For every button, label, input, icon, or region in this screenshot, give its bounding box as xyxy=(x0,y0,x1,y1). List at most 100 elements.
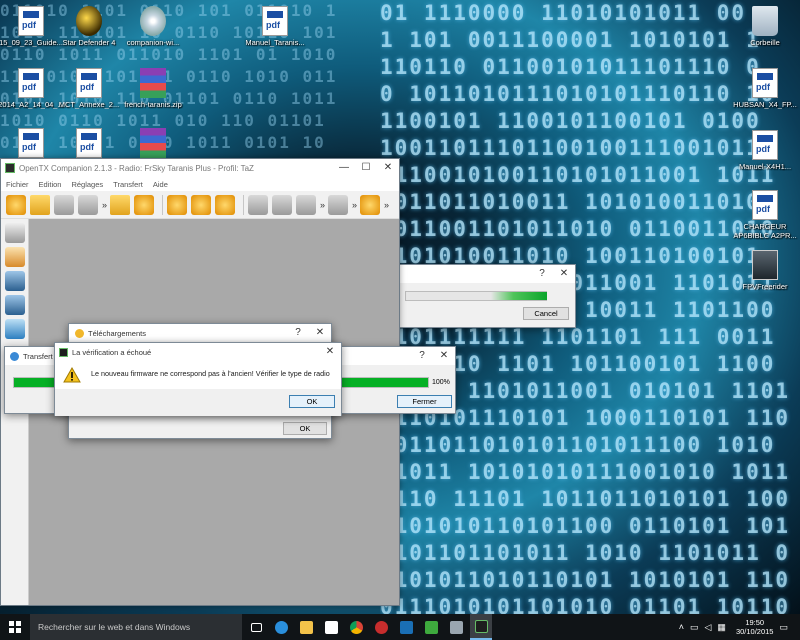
ok-button[interactable]: OK xyxy=(289,395,335,408)
desktop-icon-mct-annexe[interactable]: pdf MCT_Annexe_2... xyxy=(52,68,126,109)
compare-icon[interactable] xyxy=(296,194,317,215)
pdf-file-icon: pdf xyxy=(752,190,778,220)
desktop-icon-hubsan-pdf[interactable]: pdf HUBSAN_X4_FP... xyxy=(728,68,800,109)
desktop-icon-star-defender[interactable]: Star Defender 4 xyxy=(52,6,126,47)
toolbar-separator xyxy=(243,194,245,215)
edit-icon[interactable] xyxy=(215,194,236,215)
desktop-icon-chargeur[interactable]: pdf CHARGEUR AP6BIBLC A2PR... xyxy=(728,190,800,240)
progress-bar xyxy=(405,291,547,301)
show-hidden-icons-icon[interactable]: ˄ xyxy=(679,622,684,632)
windows-logo-icon xyxy=(9,621,21,633)
desktop-icon-label: CHARGEUR AP6BIBLC A2PR... xyxy=(733,222,797,240)
taskbar-store[interactable] xyxy=(320,614,342,640)
pdf-file-icon: pdf xyxy=(752,130,778,160)
profile-gear-icon[interactable] xyxy=(191,194,212,215)
app-icon xyxy=(449,620,463,634)
maximize-button[interactable]: ☐ xyxy=(355,159,377,177)
help-button[interactable]: ? xyxy=(531,265,553,283)
sync-icon[interactable] xyxy=(360,194,381,215)
taskbar-app-green[interactable] xyxy=(420,614,442,640)
task-view-icon xyxy=(250,622,262,632)
taskbar-file-explorer[interactable] xyxy=(295,614,317,640)
pdf-file-icon: pdf xyxy=(18,6,44,36)
write-firmware-icon[interactable] xyxy=(5,295,25,315)
desktop-icon-manuel-taranis[interactable]: pdf Manuel_Taranis... xyxy=(238,6,312,47)
desktop-icon-label: MCT_Annexe_2... xyxy=(58,100,120,109)
network-icon[interactable]: ▭ xyxy=(690,622,699,633)
close-button[interactable]: ✕ xyxy=(553,265,575,283)
toolbar-overflow[interactable]: » xyxy=(102,200,107,210)
menu-edition[interactable]: Edition xyxy=(39,180,62,189)
backup-icon[interactable] xyxy=(5,319,25,339)
desktop-icon-fpvfreerider[interactable]: FPVFreerider xyxy=(728,250,800,291)
clock-time: 19:50 xyxy=(745,618,765,627)
menu-reglages[interactable]: Réglages xyxy=(71,180,103,189)
close-button[interactable]: ✕ xyxy=(319,343,341,361)
open-folder-icon[interactable] xyxy=(30,194,50,215)
desktop-icon-recycle-bin[interactable]: Corbeille xyxy=(728,6,800,47)
desktop-icon-manuel-x4h[interactable]: pdf Manuel-X4H1... xyxy=(728,130,800,171)
title-bar[interactable]: OpenTX Companion 2.1.3 - Radio: FrSky Ta… xyxy=(1,159,399,177)
keyboard-icon[interactable]: ▦ xyxy=(717,622,726,633)
menu-fichier[interactable]: Fichier xyxy=(6,180,29,189)
desktop-icon-label: Manuel_Taranis... xyxy=(245,38,305,47)
download-dialog-icon xyxy=(75,328,84,338)
close-button[interactable]: ✕ xyxy=(377,159,399,177)
toolbar-overflow[interactable]: » xyxy=(352,200,357,210)
toolbar-overflow[interactable]: » xyxy=(320,200,325,210)
error-message: Le nouveau firmware ne correspond pas à … xyxy=(91,369,330,378)
simulate-icon[interactable] xyxy=(248,194,269,215)
search-input[interactable]: Rechercher sur le web et dans Windows xyxy=(30,614,242,640)
cut-icon[interactable] xyxy=(328,194,349,215)
minimize-button[interactable]: — xyxy=(333,159,355,177)
desktop-icon-french-taranis-zip[interactable]: french-taranis.zip xyxy=(116,68,190,109)
desktop-icon-rar-row3[interactable] xyxy=(116,128,190,160)
taskbar-app-blue[interactable] xyxy=(395,614,417,640)
open-radio-folder-icon[interactable] xyxy=(110,194,131,215)
help-button[interactable]: ? xyxy=(287,324,309,342)
dialog-title: Téléchargements xyxy=(88,328,146,338)
clock[interactable]: 19:50 30/10/2015 xyxy=(736,618,774,636)
start-button[interactable] xyxy=(0,614,30,640)
toolbar-overflow[interactable]: » xyxy=(384,200,389,210)
print-icon[interactable] xyxy=(272,194,293,215)
action-center-icon[interactable]: ▭ xyxy=(779,622,788,633)
cancel-button[interactable]: Cancel xyxy=(523,307,569,320)
read-firmware-icon[interactable] xyxy=(5,271,25,291)
download-icon[interactable] xyxy=(134,194,155,215)
recent-files-icon[interactable] xyxy=(54,194,74,215)
taskbar-app-grey[interactable] xyxy=(445,614,467,640)
taskbar-edge[interactable] xyxy=(270,614,292,640)
desktop-icon-label: Star Defender 4 xyxy=(62,38,116,47)
opentx-app-icon xyxy=(474,619,488,633)
app-icon xyxy=(424,620,438,634)
settings-gear-icon[interactable] xyxy=(167,194,188,215)
recycle-bin-icon xyxy=(752,6,778,36)
close-button[interactable]: ✕ xyxy=(309,324,331,342)
save-icon[interactable] xyxy=(78,194,98,215)
menu-transfert[interactable]: Transfert xyxy=(113,180,143,189)
read-radio-icon[interactable] xyxy=(5,223,25,243)
write-radio-icon[interactable] xyxy=(5,247,25,267)
close-button[interactable]: ✕ xyxy=(433,347,455,365)
installer-disc-icon xyxy=(140,6,166,36)
verification-failed-dialog: La vérification a échoué ✕ Le nouveau fi… xyxy=(54,342,342,416)
taskbar-opentx-companion[interactable] xyxy=(470,614,492,640)
taskbar-chrome[interactable] xyxy=(345,614,367,640)
desktop-icon-pdf-row3-b[interactable]: pdf xyxy=(52,128,126,160)
new-file-icon[interactable] xyxy=(6,194,26,215)
clock-date: 30/10/2015 xyxy=(735,627,774,636)
game-icon xyxy=(76,6,102,36)
desktop-icon-label: HUBSAN_X4_FP... xyxy=(733,100,797,109)
system-tray: ˄ ▭ ◁ ▦ 19:50 30/10/2015 ▭ xyxy=(679,614,800,640)
app-icon xyxy=(399,620,413,634)
taskbar-filezilla[interactable] xyxy=(370,614,392,640)
fermer-button[interactable]: Fermer xyxy=(397,395,452,408)
ok-button[interactable]: OK xyxy=(283,422,327,435)
toolbar: » » » » xyxy=(1,191,399,219)
volume-icon[interactable]: ◁ xyxy=(705,622,712,633)
desktop-icon-companion-installer[interactable]: companion-wi... xyxy=(116,6,190,47)
help-button[interactable]: ? xyxy=(411,347,433,365)
menu-aide[interactable]: Aide xyxy=(153,180,168,189)
task-view-button[interactable] xyxy=(245,614,267,640)
